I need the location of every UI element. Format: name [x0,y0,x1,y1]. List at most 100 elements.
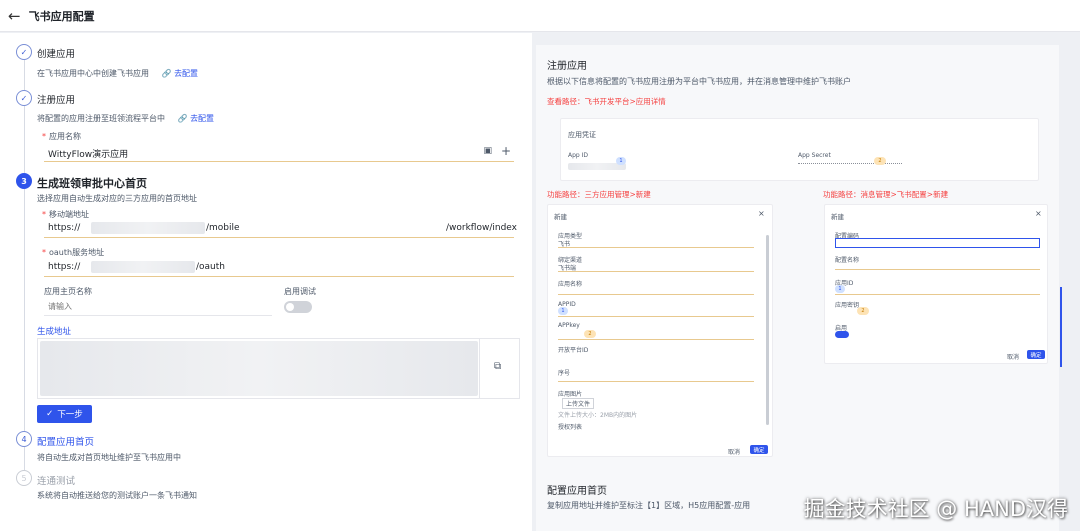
top-bar: ← 飞书应用配置 [0,0,1080,32]
ok-label: 确定 [1030,352,1042,359]
ok-button-left[interactable]: 确定 [750,445,768,454]
field-app-name: 应用名称 [558,281,583,288]
oauth-url-input[interactable]: https:// /oauth [44,259,514,277]
modal-title-right: 新建 [831,213,844,221]
field-seq: 序号 [558,370,571,377]
annotation-badge-1: 1 [835,285,845,293]
step-2-title: 注册应用 [37,95,76,106]
guide-desc: 根据以下信息将配置的飞书应用注册为平台中飞书应用，并在消息管理中维护飞书账户 [547,77,851,86]
toggle-knob [286,303,294,311]
watermark: 掘金技术社区 @ HAND汉得 [803,497,1068,521]
annotation-badge-2: 2 [584,330,596,338]
check-icon: ✓ [46,409,54,419]
copy-icon[interactable]: ⧉ [494,361,501,372]
mobile-url-suffix: /workflow/index [446,223,518,233]
field-appkey: APPkey [558,322,580,329]
back-arrow-icon[interactable]: ← [8,7,21,25]
field-line [558,381,754,382]
step-4-icon: 4 [16,431,32,447]
feishu-config-modal: 新建 × 配置编码 配置名称 应用ID 1 应用密钥 2 启用 取消 确定 [824,204,1048,364]
new-app-modal: 新建 × 应用类型 飞书 绑定渠道 飞书端 应用名称 APPID 1 APPke… [547,204,773,457]
app-name-value: WittyFlow演示应用 [48,150,129,160]
step-2-config-link[interactable]: 去配置 [190,114,214,123]
redacted-domain [91,261,195,273]
credential-card: 应用凭证 App ID 1 App Secret 2 [560,118,1039,181]
step-5-title: 连通测试 [37,476,76,487]
app-secret-label: App Secret [798,152,831,159]
field-config-name: 配置名称 [835,257,860,264]
mobile-url-input[interactable]: https:// /mobile /workflow/index [44,220,518,238]
guide-path: 查看路径：飞书开发平台>应用详情 [547,97,666,106]
step-3-active-icon: 3 [16,173,32,189]
step-1-title: 创建应用 [37,49,76,60]
field-line [558,247,754,248]
step-1-done-icon: ✓ [16,44,32,60]
ok-button-right[interactable]: 确定 [1027,350,1045,359]
field-image: 应用图片 [558,391,583,398]
modal-scrollbar[interactable] [766,235,769,425]
app-id-label: App ID [568,152,589,159]
mobile-url-label: * 移动端地址 [42,210,89,219]
annotation-badge-2: 2 [857,307,869,315]
enable-toggle[interactable] [835,331,849,338]
modal-close-icon[interactable]: × [1035,209,1042,218]
step-connector [24,446,25,470]
step-2-done-icon: ✓ [16,90,32,106]
mobile-url-prefix: https:// [48,223,81,233]
cancel-button-left[interactable]: 取消 [728,447,740,456]
upload-button[interactable]: 上传文件 [562,398,595,409]
config-code-input[interactable] [835,238,1040,248]
step-3-title: 生成班领审批中心首页 [37,177,147,190]
credential-title: 应用凭证 [568,131,596,139]
guide-title: 注册应用 [547,61,587,72]
page-title: 飞书应用配置 [28,9,95,23]
calendar-icon[interactable]: ▣ [483,146,492,156]
oauth-url-prefix: https:// [48,262,81,272]
step-1-desc-text: 在飞书应用中心中创建飞书应用 [37,69,149,78]
debug-toggle[interactable] [284,301,312,313]
field-line [835,294,1040,295]
annotation-badge-1: 1 [616,157,626,165]
panel-scrollbar[interactable] [1060,287,1062,367]
step-5-icon: 5 [16,470,32,486]
next-step-label: 下一步 [57,410,83,420]
oauth-url-label-text: oauth服务地址 [49,248,105,257]
link-icon: 🔗 [161,69,172,78]
field-app-secret: 应用密钥 [835,302,860,309]
path-right: 功能路径：消息管理>飞书配置>新建 [823,190,949,199]
mobile-url-label-text: 移动端地址 [49,210,89,219]
redacted-generated-url [40,341,478,396]
generated-url-label: 生成地址 [37,327,72,337]
field-line [558,339,754,340]
cancel-button-right[interactable]: 取消 [1007,352,1019,361]
path-left: 功能路径：三方应用管理>新建 [547,190,651,199]
ok-label: 确定 [753,447,765,454]
app-secret-mask [798,163,902,164]
app-name-label: * 应用名称 [42,132,81,141]
field-open-id: 开放平台ID [558,347,589,354]
generated-url-box: ⧉ [37,338,520,399]
redacted-domain [91,222,205,234]
app-name-select[interactable]: WittyFlow演示应用 ▣ + [44,144,514,162]
field-line [558,316,754,317]
field-line [835,269,1040,270]
step-5-desc: 系统将自动推送给您的测试账户一条飞书通知 [37,491,197,500]
step-3-desc: 选择应用自动生成对应的三方应用的首页地址 [37,194,197,203]
annotation-badge-2: 2 [874,157,886,165]
field-line [558,271,754,272]
copy-divider [479,339,480,398]
bottom-section-desc: 复制应用地址并维护至标注【1】区域，H5应用配置-应用 [547,501,751,510]
app-name-label-text: 应用名称 [49,132,81,141]
link-icon: 🔗 [177,114,188,123]
home-name-input[interactable] [44,298,272,316]
step-4-desc: 将自动生成对首页地址维护至飞书应用中 [37,453,181,462]
step-2-desc-text: 将配置的应用注册至班领流程平台中 [37,114,165,123]
field-auth: 授权列表 [558,424,583,431]
debug-label: 启用调试 [284,287,316,296]
step-1-config-link[interactable]: 去配置 [174,69,198,78]
upload-hint: 文件上传大小：2MB内的图片 [558,412,638,419]
oauth-url-path: /oauth [196,262,225,272]
next-step-button[interactable]: ✓ 下一步 [37,405,92,423]
add-icon[interactable]: + [501,144,511,158]
modal-close-icon[interactable]: × [758,209,765,218]
